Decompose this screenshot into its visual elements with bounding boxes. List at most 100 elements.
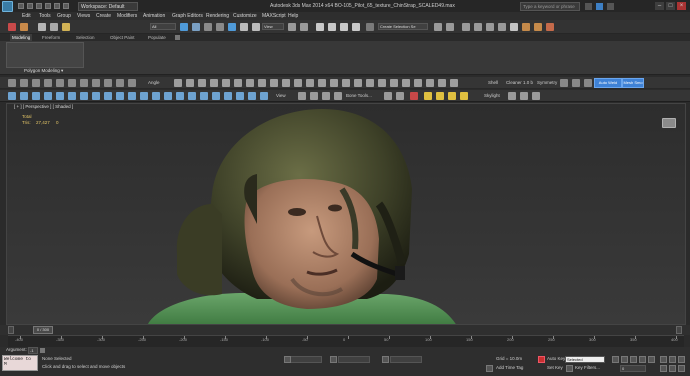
set-key-icon[interactable] <box>566 365 573 372</box>
modeling-tool-icon-36[interactable] <box>560 79 568 87</box>
render-production-icon[interactable] <box>546 23 554 31</box>
menu-graph-editors[interactable]: Graph Editors <box>172 12 203 20</box>
key-filters-button[interactable]: Key Filters... <box>575 365 600 371</box>
modeling-tool-icon-32[interactable] <box>414 79 422 87</box>
subscription-icon[interactable] <box>596 3 603 10</box>
select-and-scale-icon[interactable] <box>252 23 260 31</box>
next-frame-icon[interactable] <box>639 356 646 363</box>
selection-filter-dropdown[interactable]: All <box>150 23 176 30</box>
new-file-icon[interactable] <box>18 3 24 9</box>
light-bulb-icon-2[interactable] <box>436 92 444 100</box>
z-coordinate-field[interactable] <box>390 356 422 363</box>
reference-coordinate-dropdown[interactable]: View <box>262 23 284 30</box>
helper-icon-22[interactable] <box>260 92 268 100</box>
helper-icon-30[interactable] <box>508 92 516 100</box>
rectangular-selection-icon[interactable] <box>204 23 212 31</box>
modeling-tool-icon-33[interactable] <box>426 79 434 87</box>
window-crossing-icon[interactable] <box>216 23 224 31</box>
angle-button[interactable]: Angle <box>148 79 160 87</box>
minimize-button[interactable]: – <box>655 2 664 10</box>
helper-icon-7[interactable] <box>80 92 88 100</box>
modeling-tool-icon-37[interactable] <box>572 79 580 87</box>
maxscript-listener[interactable]: Welcome to M <box>2 355 38 371</box>
curve-editor-icon[interactable] <box>486 23 494 31</box>
named-selection-sets-dropdown[interactable]: Create Selection Se <box>378 23 428 30</box>
save-file-icon[interactable] <box>36 3 42 9</box>
graphite-toggle-icon[interactable] <box>474 23 482 31</box>
modeling-tool-icon-28[interactable] <box>366 79 374 87</box>
time-tag-icon[interactable] <box>486 365 493 372</box>
pivot-center-icon[interactable] <box>288 23 296 31</box>
helper-icon-10[interactable] <box>116 92 124 100</box>
menu-customize[interactable]: Customize <box>233 12 257 20</box>
modeling-tool-icon-30[interactable] <box>390 79 398 87</box>
tab-freeform[interactable]: Freeform <box>40 34 62 41</box>
modeling-tool-icon-26[interactable] <box>342 79 350 87</box>
modeling-tool-icon-34[interactable] <box>438 79 446 87</box>
menu-create[interactable]: Create <box>96 12 111 20</box>
helper-icon-24[interactable] <box>310 92 318 100</box>
light-bulb-icon[interactable] <box>424 92 432 100</box>
maximize-viewport-icon[interactable] <box>678 365 685 372</box>
modeling-tool-icon-19[interactable] <box>258 79 266 87</box>
goto-start-icon[interactable] <box>612 356 619 363</box>
modeling-tool-icon-38[interactable] <box>584 79 592 87</box>
unlink-icon[interactable] <box>50 23 58 31</box>
modeling-tool-icon-29[interactable] <box>378 79 386 87</box>
search-icon[interactable] <box>585 3 592 10</box>
light-bulb-icon-4[interactable] <box>460 92 468 100</box>
light-bulb-icon-3[interactable] <box>448 92 456 100</box>
helper-icon-8[interactable] <box>92 92 100 100</box>
time-slider-thumb[interactable]: 0 / 300 <box>33 326 53 334</box>
y-coordinate-field[interactable] <box>338 356 370 363</box>
skylight-button[interactable]: Skylight <box>484 92 500 100</box>
bind-space-warp-icon[interactable] <box>62 23 70 31</box>
set-key-button[interactable]: Set Key <box>547 365 563 371</box>
helper-icon-6[interactable] <box>68 92 76 100</box>
helper-icon-32[interactable] <box>532 92 540 100</box>
current-frame-field[interactable]: 0 <box>620 365 646 372</box>
menu-edit[interactable]: Edit <box>22 12 31 20</box>
mirror-icon[interactable] <box>434 23 442 31</box>
modeling-tool-icon-10[interactable] <box>116 79 124 87</box>
modeling-tool-icon-4[interactable] <box>44 79 52 87</box>
layer-manager-icon[interactable] <box>462 23 470 31</box>
modeling-tool-icon-25[interactable] <box>330 79 338 87</box>
helper-icon-20[interactable] <box>236 92 244 100</box>
snaps-toggle-icon[interactable] <box>316 23 324 31</box>
helper-icon-25[interactable] <box>322 92 330 100</box>
helper-icon-27[interactable] <box>384 92 392 100</box>
zoom-extents-icon[interactable] <box>660 356 667 363</box>
menu-group[interactable]: Group <box>57 12 71 20</box>
undo-toolbar-icon[interactable] <box>8 23 16 31</box>
modeling-tool-icon-15[interactable] <box>210 79 218 87</box>
set-key-mode-icon[interactable] <box>538 356 545 363</box>
modeling-tool-icon-17[interactable] <box>234 79 242 87</box>
helper-icon-29[interactable] <box>410 92 418 100</box>
maximize-button[interactable]: □ <box>666 2 675 10</box>
modeling-tool-icon-3[interactable] <box>32 79 40 87</box>
zoom-region-icon[interactable] <box>669 365 676 372</box>
modeling-tool-icon-24[interactable] <box>318 79 326 87</box>
rendered-frame-window-icon[interactable] <box>534 23 542 31</box>
prev-frame-icon[interactable] <box>621 356 628 363</box>
link-icon[interactable] <box>38 23 46 31</box>
helper-icon-31[interactable] <box>520 92 528 100</box>
modeling-tool-icon-27[interactable] <box>354 79 362 87</box>
helper-icon-23[interactable] <box>298 92 306 100</box>
helper-icon-4[interactable] <box>44 92 52 100</box>
modeling-tool-icon-13[interactable] <box>186 79 194 87</box>
play-icon[interactable] <box>630 356 637 363</box>
helper-icon-2[interactable] <box>20 92 28 100</box>
redo-toolbar-icon[interactable] <box>20 23 28 31</box>
modeling-tool-icon-22[interactable] <box>294 79 302 87</box>
modeling-tool-icon-12[interactable] <box>174 79 182 87</box>
menu-help[interactable]: Help <box>288 12 298 20</box>
helper-icon-17[interactable] <box>200 92 208 100</box>
menu-maxscript[interactable]: MAXScript <box>262 12 286 20</box>
modeling-tool-icon-11[interactable] <box>128 79 136 87</box>
add-time-tag-button[interactable]: Add Time Tag <box>496 365 523 371</box>
undo-icon[interactable] <box>45 3 51 9</box>
manipulate-icon[interactable] <box>300 23 308 31</box>
align-icon[interactable] <box>446 23 454 31</box>
